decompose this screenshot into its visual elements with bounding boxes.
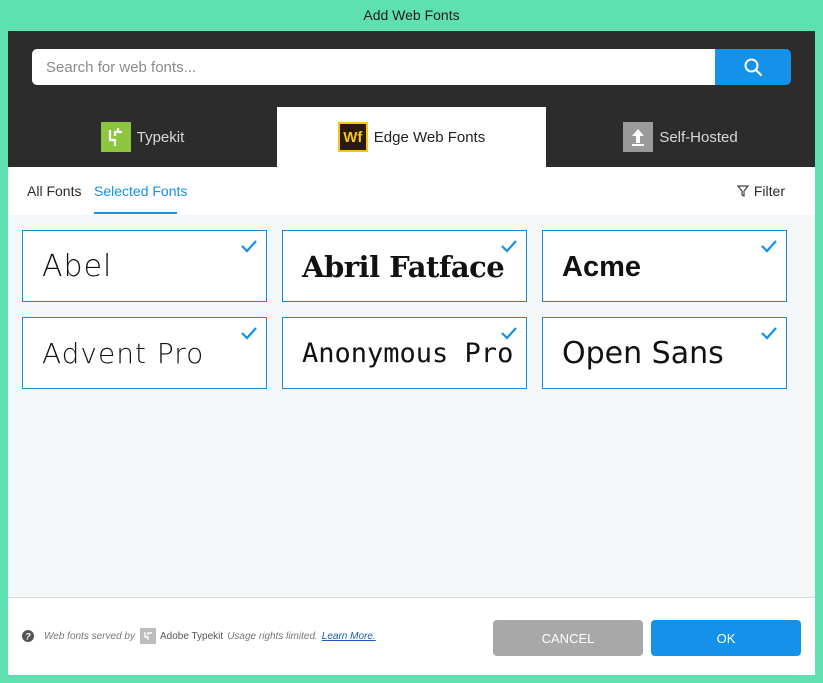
upload-icon	[623, 122, 654, 152]
font-card-advent-pro[interactable]: Advent Pro	[22, 317, 267, 389]
credit-suffix: Usage rights limited.	[227, 630, 318, 642]
typekit-small-icon	[139, 628, 156, 644]
search-button[interactable]	[715, 49, 791, 85]
dialog-footer: ? Web fonts served by Adobe Typekit Usag…	[8, 597, 815, 675]
checkmark-icon	[761, 327, 777, 340]
search-icon	[744, 58, 763, 77]
dialog-header: Typekit Wf Edge Web Fonts Self-Hosted	[8, 31, 815, 167]
tab-edge-web-fonts[interactable]: Wf Edge Web Fonts	[277, 107, 546, 167]
tab-all-fonts[interactable]: All Fonts	[27, 167, 81, 215]
credit-prefix: Web fonts served by	[44, 630, 135, 642]
typekit-credit: ? Web fonts served by Adobe Typekit Usag…	[22, 628, 376, 644]
tab-self-hosted-label: Self-Hosted	[659, 128, 738, 146]
help-icon[interactable]: ?	[22, 630, 34, 642]
search-bar	[32, 49, 791, 85]
checkmark-icon	[761, 240, 777, 253]
ok-button[interactable]: OK	[651, 620, 801, 656]
font-card-open-sans[interactable]: Open Sans	[542, 317, 787, 389]
font-source-tabs: Typekit Wf Edge Web Fonts Self-Hosted	[8, 107, 815, 167]
font-card-abril-fatface[interactable]: Abril Fatface	[282, 230, 527, 302]
checkmark-icon	[241, 327, 257, 340]
filter-label: Filter	[753, 183, 785, 199]
active-tab-indicator	[94, 212, 177, 214]
font-filter-bar: All Fonts Selected Fonts Filter	[8, 167, 815, 215]
edge-web-fonts-logo-text: Wf	[343, 128, 363, 146]
edge-web-fonts-icon: Wf	[337, 122, 368, 152]
font-name: Abril Fatface	[302, 250, 505, 284]
checkmark-icon	[501, 240, 517, 253]
font-card-abel[interactable]: Abel	[22, 230, 267, 302]
svg-text:?: ?	[25, 632, 31, 642]
tab-selected-fonts[interactable]: Selected Fonts	[94, 167, 187, 215]
checkmark-icon	[501, 327, 517, 340]
window-title: Add Web Fonts	[0, 0, 823, 31]
font-name: Advent Pro	[42, 337, 205, 370]
funnel-icon	[736, 185, 749, 197]
tab-typekit[interactable]: Typekit	[8, 107, 277, 167]
tab-typekit-label: Typekit	[136, 128, 185, 146]
search-input[interactable]	[32, 49, 716, 85]
typekit-icon	[100, 122, 131, 152]
font-card-anonymous-pro[interactable]: Anonymous Pro	[282, 317, 527, 389]
learn-more-link[interactable]: Learn More.	[322, 631, 376, 642]
checkmark-icon	[241, 240, 257, 253]
font-name: Acme	[562, 251, 641, 283]
filter-button[interactable]: Filter	[736, 167, 785, 215]
font-card-acme[interactable]: Acme	[542, 230, 787, 302]
cancel-button[interactable]: CANCEL	[493, 620, 643, 656]
credit-brand: Adobe Typekit	[159, 630, 224, 642]
font-name: Anonymous Pro	[302, 338, 514, 369]
font-name: Abel	[42, 249, 113, 284]
font-grid: Abel Abril Fatface Acme Advent Pro Anony…	[8, 215, 815, 597]
add-web-fonts-dialog: Typekit Wf Edge Web Fonts Self-Hosted	[8, 31, 815, 675]
font-name: Open Sans	[562, 336, 724, 371]
tab-self-hosted[interactable]: Self-Hosted	[546, 107, 815, 167]
tab-edge-web-fonts-label: Edge Web Fonts	[373, 128, 486, 146]
